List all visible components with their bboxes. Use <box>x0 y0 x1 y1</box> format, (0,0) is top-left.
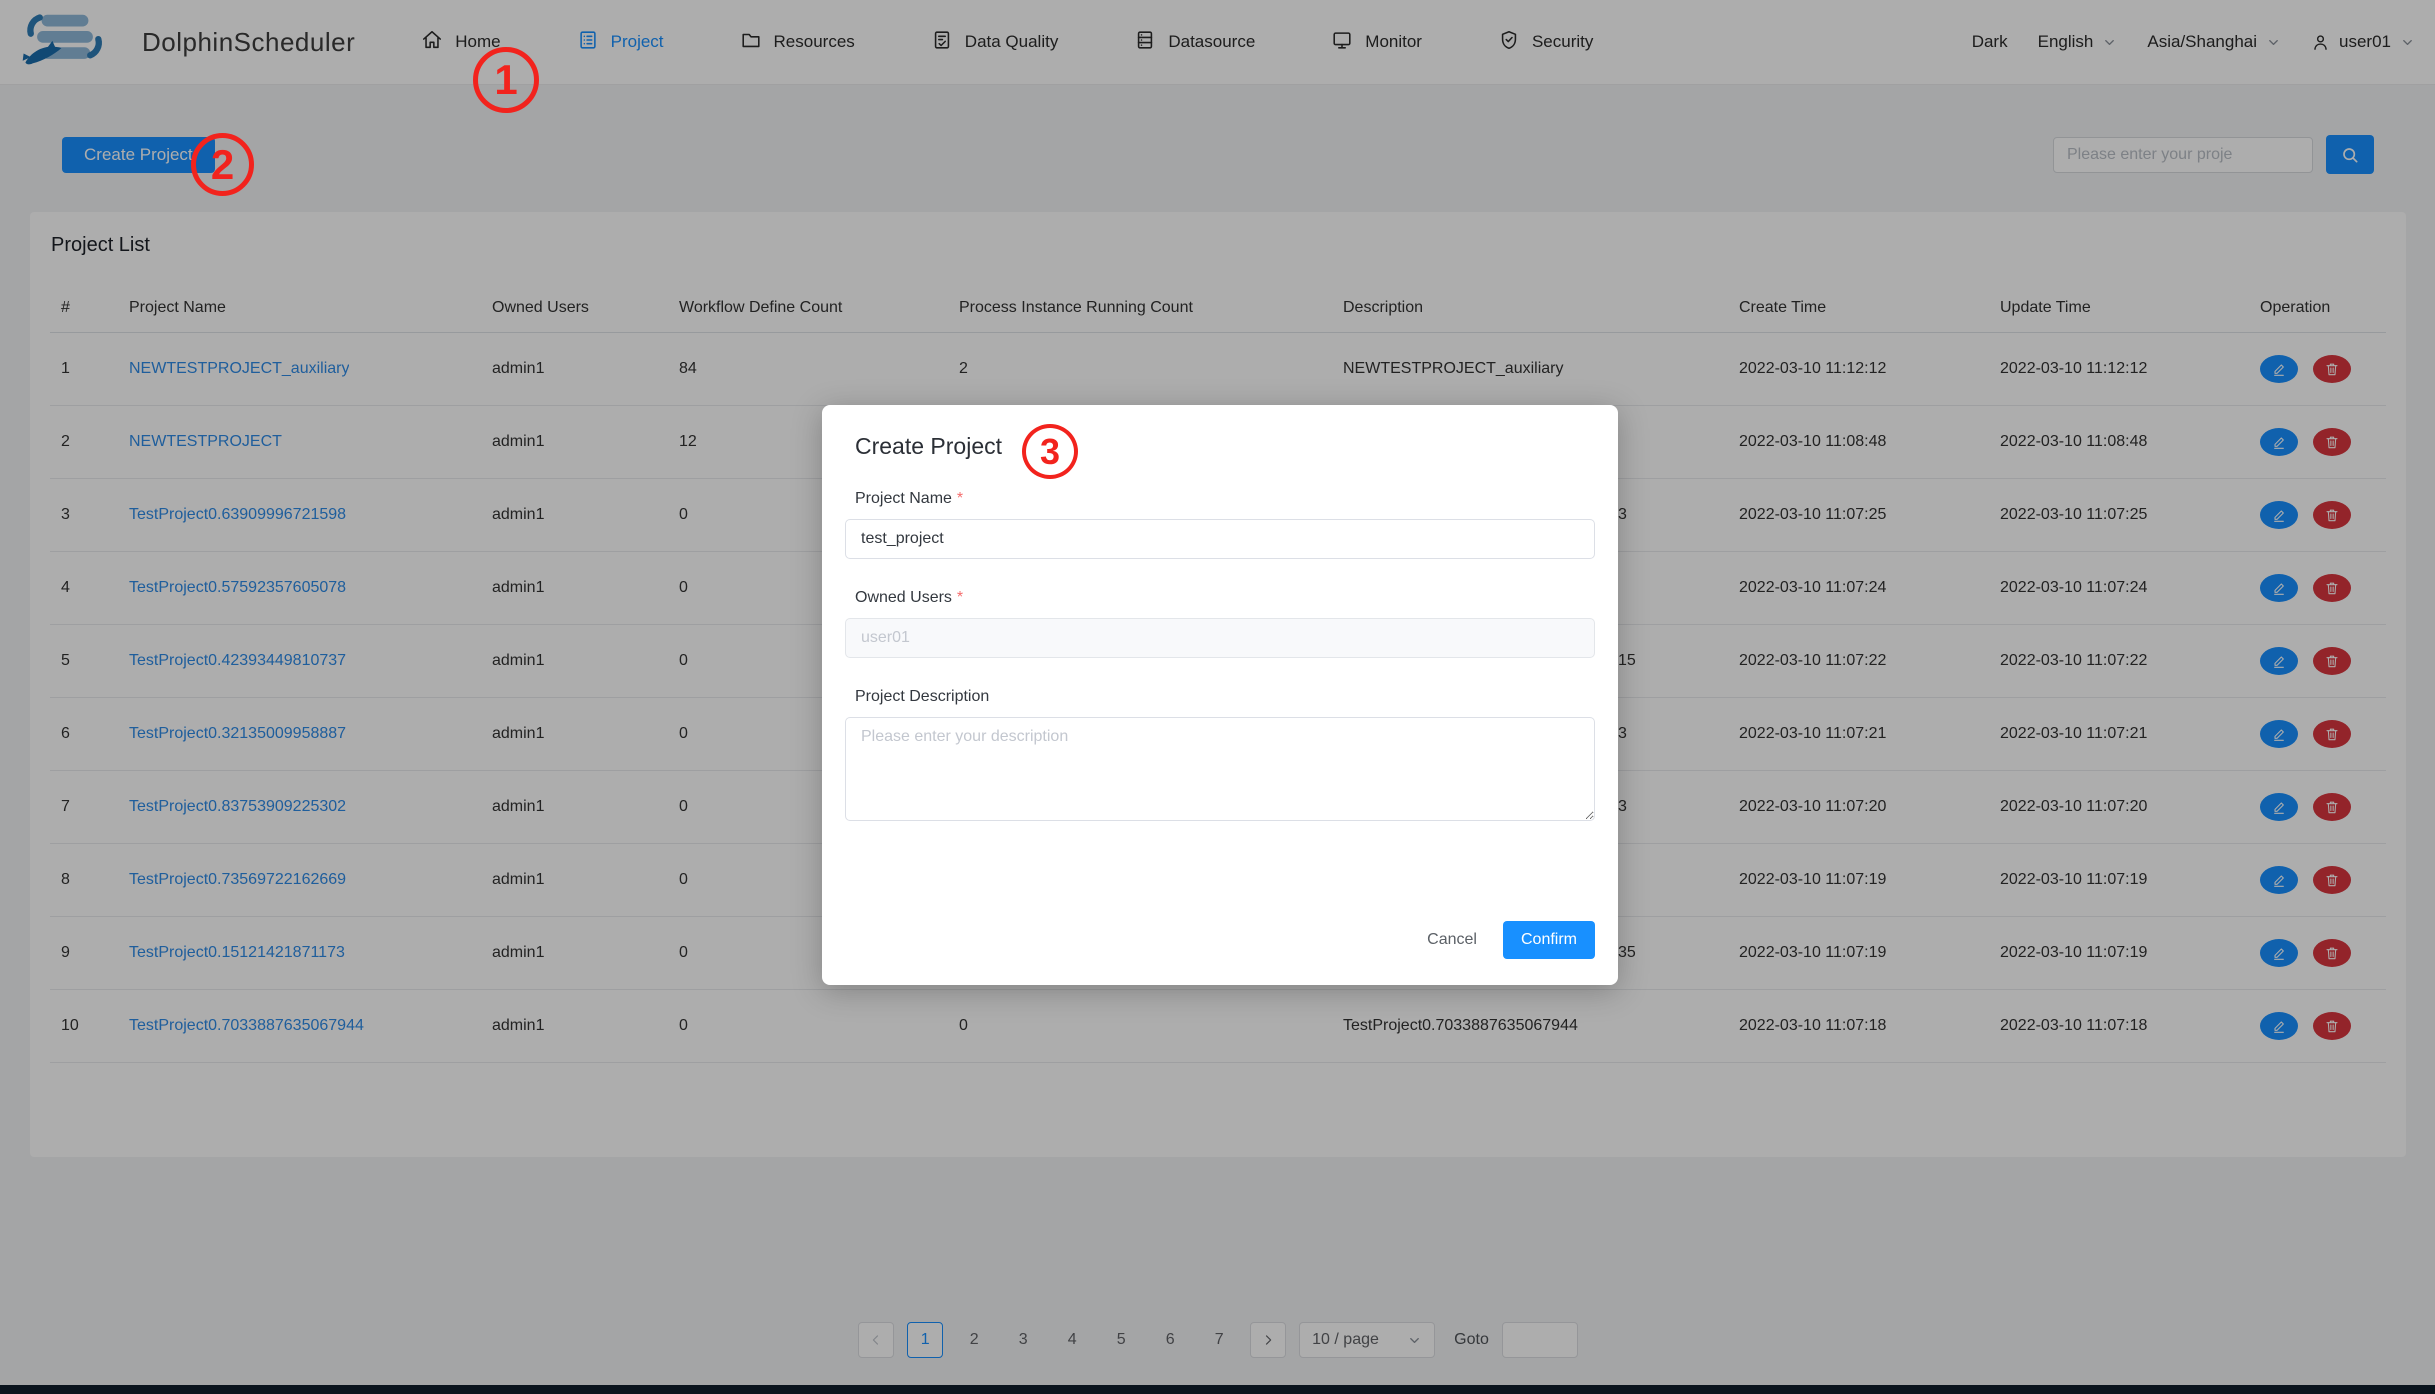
modal-title: Create Project <box>845 433 1595 460</box>
owned-users-label: Owned Users* <box>845 589 1595 607</box>
modal-footer: Cancel Confirm <box>1427 921 1595 959</box>
required-asterisk: * <box>957 490 963 507</box>
annotation-circle-1: 1 <box>473 47 539 113</box>
required-asterisk: * <box>957 589 963 606</box>
owned-users-input[interactable] <box>845 618 1595 658</box>
cancel-button[interactable]: Cancel <box>1427 931 1477 949</box>
project-name-label: Project Name* <box>845 490 1595 508</box>
project-description-textarea[interactable] <box>845 717 1595 821</box>
annotation-circle-3: 3 <box>1022 424 1078 479</box>
create-project-modal: Create Project Project Name* Owned Users… <box>822 405 1618 985</box>
confirm-button[interactable]: Confirm <box>1503 921 1595 959</box>
project-description-label: Project Description <box>845 688 1595 706</box>
project-name-input[interactable] <box>845 519 1595 559</box>
annotation-circle-2: 2 <box>191 133 254 196</box>
